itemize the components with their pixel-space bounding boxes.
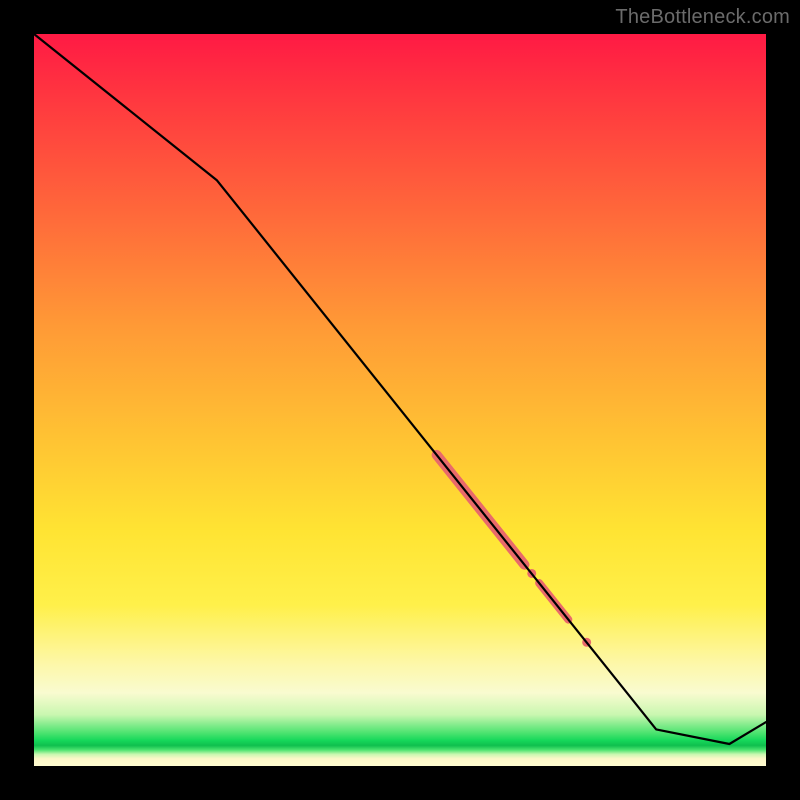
watermark-text: TheBottleneck.com xyxy=(615,6,790,29)
bottleneck-curve xyxy=(34,34,766,744)
chart-frame: TheBottleneck.com xyxy=(0,0,800,800)
chart-overlay xyxy=(34,34,766,766)
